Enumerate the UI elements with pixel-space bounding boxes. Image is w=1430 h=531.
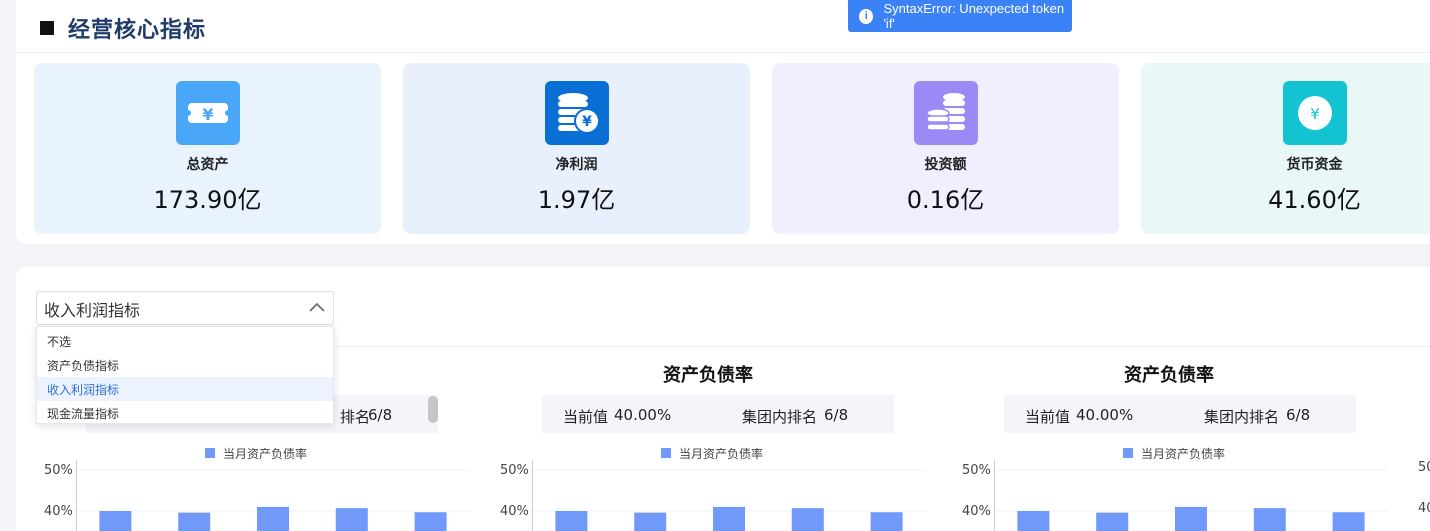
kpi-card-investment[interactable]: 投资额 0.16亿 (772, 63, 1119, 234)
kpi-value: 0.16亿 (906, 186, 985, 214)
legend-swatch (205, 448, 215, 458)
ticket-yuan-icon: ¥ (175, 81, 240, 145)
bar (178, 512, 211, 531)
stat-box: 当前值 40.00% 集团内排名 6/8 (1004, 395, 1356, 433)
toast-message: SyntaxError: Unexpected token 'if' (883, 1, 1065, 31)
dropdown-option-selected[interactable]: 收入利润指标 (37, 377, 333, 401)
y-tick-label: 50% (500, 463, 529, 478)
current-label: 当前值 (1025, 408, 1071, 426)
bar (414, 512, 447, 531)
rank-value: 6/8 (1286, 406, 1311, 424)
legend-label: 当月资产负债率 (223, 446, 308, 461)
chart-legend: 当月资产负债率 (205, 446, 308, 461)
bar (713, 506, 745, 531)
dropdown-option[interactable]: 现金流量指标 (37, 401, 333, 425)
y-tick-label: 50 (1418, 460, 1430, 475)
bar (1096, 512, 1129, 531)
bar (791, 508, 824, 531)
chart-legend: 当月资产负债率 (661, 446, 764, 461)
kpi-value: 41.60亿 (1268, 186, 1361, 214)
y-tick-label: 40% (962, 504, 991, 519)
kpi-card-net-profit[interactable]: ¥ 净利润 1.97亿 (403, 63, 750, 234)
bar-chart-3 (994, 460, 1388, 531)
title-divider (16, 52, 1430, 53)
legend-swatch (1123, 448, 1133, 458)
chart-title: 资产负债率 (663, 365, 753, 386)
rank-label: 排名 (340, 408, 371, 426)
y-tick-label: 50% (44, 463, 73, 478)
y-tick-label: 50% (962, 463, 991, 478)
section-title: 经营核心指标 (68, 18, 207, 43)
bar (335, 508, 368, 531)
y-tick-label: 40% (500, 504, 529, 519)
select-value: 收入利润指标 (44, 301, 141, 320)
chart-legend: 当月资产负债率 (1123, 446, 1226, 461)
kpi-value: 1.97亿 (537, 186, 616, 214)
kpi-label: 投资额 (924, 157, 967, 173)
select-dropdown: 不选 资产负债指标 收入利润指标 现金流量指标 (36, 326, 334, 424)
bar (99, 511, 132, 531)
y-tick-label: 40 (1418, 501, 1430, 516)
kpi-label: 净利润 (555, 157, 598, 173)
scrollbar-thumb[interactable] (428, 396, 438, 423)
kpi-card-total-assets[interactable]: ¥ 总资产 173.90亿 (34, 63, 381, 234)
legend-swatch (661, 448, 671, 458)
svg-text:¥: ¥ (202, 105, 213, 124)
kpi-card-cash[interactable]: ¥ 货币资金 41.60亿 (1141, 63, 1430, 234)
svg-text:¥: ¥ (1310, 105, 1320, 123)
bar (1017, 511, 1050, 531)
bar (1332, 512, 1365, 531)
rank-value: 6/8 (824, 406, 849, 424)
bar (257, 506, 289, 531)
section-header: 经营核心指标 (40, 14, 207, 43)
current-label: 当前值 (563, 408, 609, 426)
legend-label: 当月资产负债率 (679, 446, 764, 461)
info-icon: i (859, 8, 874, 24)
coin-stack-icon (913, 81, 978, 145)
kpi-label: 货币资金 (1286, 157, 1343, 173)
indicator-select[interactable]: 收入利润指标 (36, 291, 334, 325)
yuan-coin-icon: ¥ (1283, 81, 1347, 145)
legend-label: 当月资产负债率 (1141, 446, 1226, 461)
bar-chart-2 (532, 460, 926, 531)
bar (555, 511, 588, 531)
current-value: 40.00% (1076, 406, 1134, 424)
bar (870, 512, 903, 531)
chevron-up-icon (309, 302, 325, 312)
y-tick-label: 40% (44, 504, 73, 519)
error-toast: i SyntaxError: Unexpected token 'if' (848, 0, 1072, 32)
kpi-label: 总资产 (186, 157, 229, 173)
dropdown-option[interactable]: 资产负债指标 (37, 353, 333, 377)
chart-title: 资产负债率 (1124, 365, 1214, 386)
svg-text:¥: ¥ (582, 114, 592, 130)
bar (1253, 508, 1286, 531)
bar (634, 512, 667, 531)
stat-box: 当前值 40.00% 集团内排名 6/8 (542, 395, 894, 433)
bar-chart-1 (76, 460, 470, 531)
rank-label: 集团内排名 (1204, 408, 1280, 426)
current-value: 40.00% (614, 406, 672, 424)
bar (1175, 506, 1207, 531)
dropdown-option[interactable]: 不选 (37, 329, 333, 353)
coins-yuan-icon: ¥ (544, 81, 609, 145)
square-bullet-icon (40, 21, 54, 35)
rank-value: 6/8 (368, 406, 393, 424)
kpi-value: 173.90亿 (153, 186, 262, 214)
rank-label: 集团内排名 (742, 408, 818, 426)
